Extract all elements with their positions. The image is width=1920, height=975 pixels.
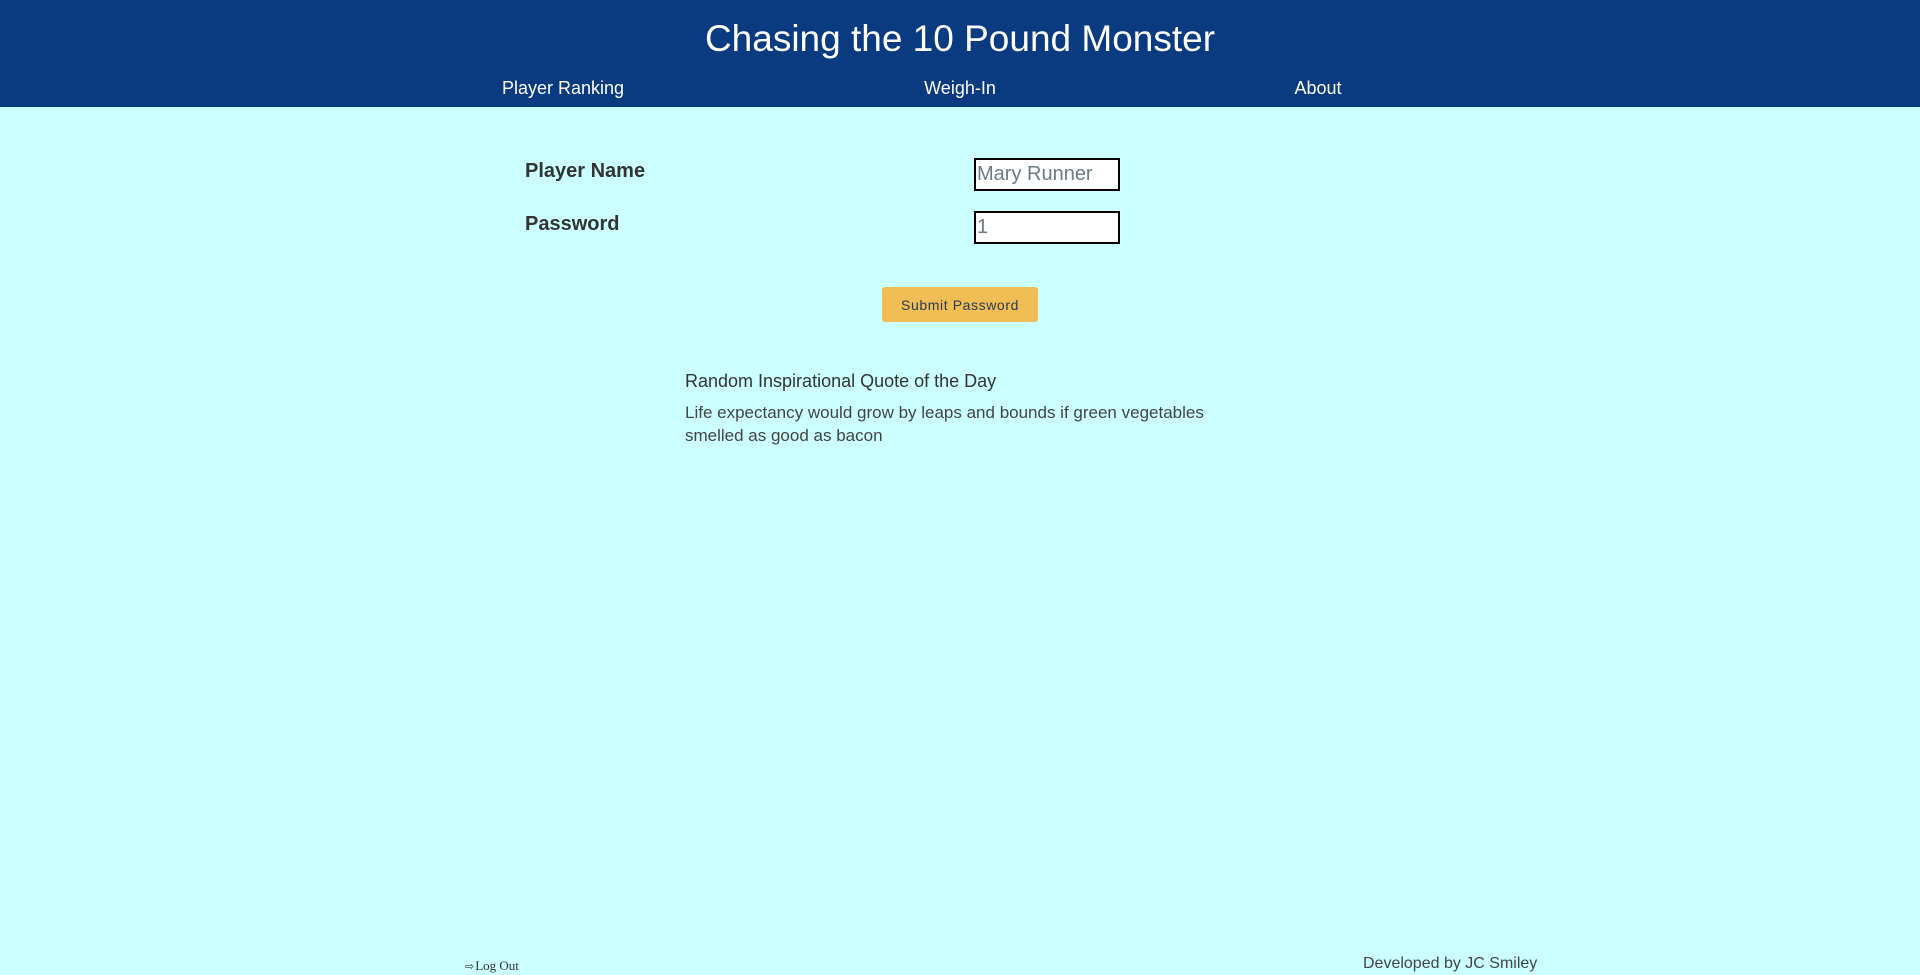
nav-about[interactable]: About [1238, 76, 1398, 100]
site-title: Chasing the 10 Pound Monster [704, 18, 1216, 59]
player-name-input[interactable] [974, 158, 1120, 191]
quote-text: Life expectancy would grow by leaps and … [685, 403, 1204, 445]
quote-heading: Random Inspirational Quote of the Day [685, 371, 997, 391]
log-out-label: Log Out [475, 958, 519, 973]
sign-out-icon: ⇨ [465, 961, 475, 973]
developer-credit: Developed by JC Smiley [1363, 955, 1538, 972]
nav-weigh-in[interactable]: Weigh-In [880, 76, 1040, 100]
player-name-label: Player Name [525, 160, 646, 182]
site-header: Chasing the 10 Pound Monster Player Rank… [0, 0, 1920, 107]
log-out-link[interactable]: ⇨Log Out [465, 958, 519, 975]
nav-player-ranking[interactable]: Player Ranking [483, 76, 643, 100]
password-label: Password [525, 213, 620, 235]
submit-password-button[interactable]: Submit Password [882, 287, 1038, 322]
password-input[interactable] [974, 211, 1120, 244]
